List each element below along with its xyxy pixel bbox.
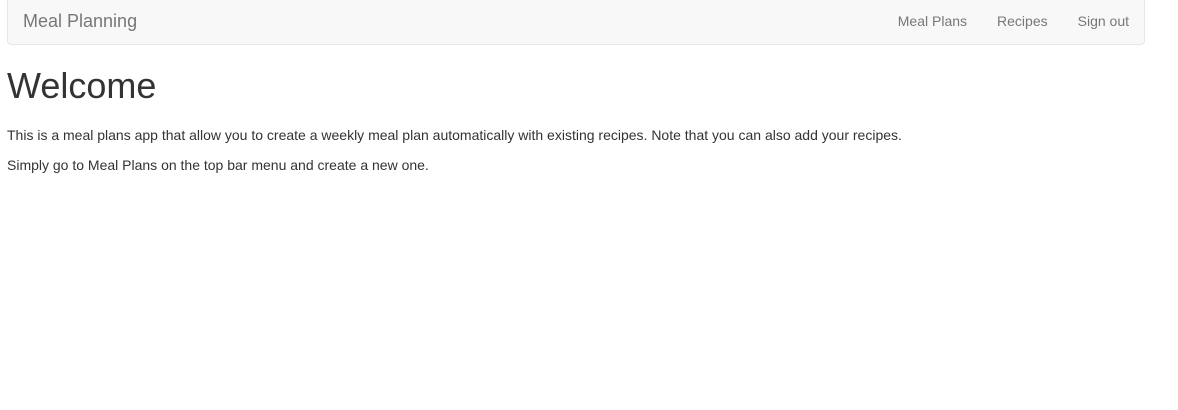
nav-link-meal-plans[interactable]: Meal Plans xyxy=(883,0,982,42)
top-navbar: Meal Planning Meal Plans Recipes Sign ou… xyxy=(7,0,1145,45)
nav-links: Meal Plans Recipes Sign out xyxy=(883,0,1144,42)
main-content: Welcome This is a meal plans app that al… xyxy=(7,62,1107,175)
intro-paragraph: This is a meal plans app that allow you … xyxy=(7,127,902,143)
instructions-paragraph: Simply go to Meal Plans on the top bar m… xyxy=(7,157,429,173)
page-title: Welcome xyxy=(7,65,157,106)
nav-link-recipes[interactable]: Recipes xyxy=(982,0,1063,42)
nav-link-sign-out[interactable]: Sign out xyxy=(1063,0,1144,42)
brand-link[interactable]: Meal Planning xyxy=(23,0,137,42)
